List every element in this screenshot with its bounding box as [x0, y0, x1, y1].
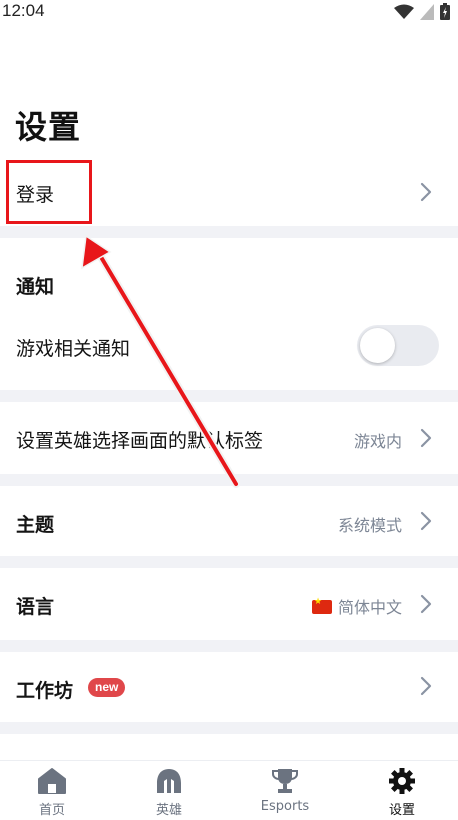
trophy-icon — [272, 769, 298, 793]
annotation-arrow — [81, 234, 240, 488]
nav-label-settings: 设置 — [388, 803, 415, 818]
nav-label-champions: 英雄 — [155, 803, 182, 818]
nav-label-home: 首页 — [38, 803, 65, 818]
champion-helmet-icon — [157, 769, 181, 793]
nav-item-settings[interactable]: 设置 — [357, 767, 447, 818]
nav-item-champions[interactable]: 英雄 — [124, 767, 214, 818]
nav-label-esports: Esports — [260, 799, 310, 814]
gear-icon — [389, 768, 415, 794]
bottom-nav: 首页 英雄 Esports 设置 — [0, 760, 458, 820]
nav-item-home[interactable]: 首页 — [7, 767, 97, 818]
home-icon — [38, 768, 66, 794]
nav-item-esports[interactable]: Esports — [240, 767, 330, 814]
